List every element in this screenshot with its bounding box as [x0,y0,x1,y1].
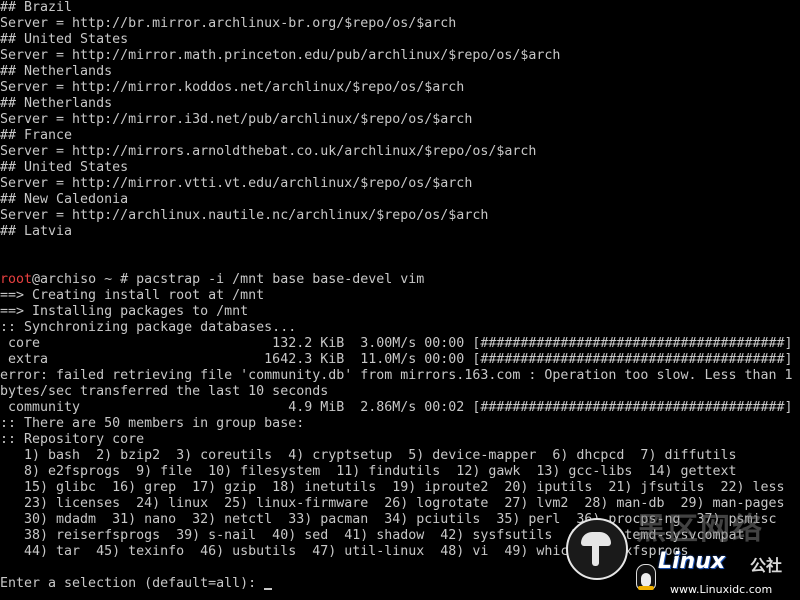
selection-input-line[interactable]: Enter a selection (default=all): [0,576,800,592]
terminal-line: Server = http://mirror.vtti.vt.edu/archl… [0,176,473,191]
terminal-line: bytes/sec transferred the last 10 second… [0,384,329,399]
prompt-command: pacstrap -i /mnt base base-devel vim [136,272,425,287]
terminal-line: ## United States [0,160,129,175]
terminal-output: ## Brazil Server = http://br.mirror.archl… [0,0,800,592]
terminal-line: Server = http://mirrors.arnoldthebat.co.… [0,144,537,159]
terminal-line: ## United States [0,32,129,47]
prompt-user: root [0,272,33,287]
terminal-line: :: Repository core [0,432,145,447]
terminal-line: ## France [0,128,73,143]
terminal-line: Server = http://br.mirror.archlinux-br.o… [0,16,457,31]
terminal-line: 23) licenses 24) linux 25) linux-firmwar… [0,496,785,511]
terminal-line: ==> Creating install root at /mnt [0,288,265,303]
terminal-line: :: Synchronizing package databases... [0,320,297,335]
text-cursor [264,588,273,590]
terminal-line: extra 1642.3 KiB 11.0M/s 00:00 [########… [0,352,800,367]
terminal-line: ## Netherlands [0,96,113,111]
terminal-line: 38) reiserfsprogs 39) s-nail 40) sed 41)… [0,528,745,543]
terminal-window[interactable]: ## Brazil Server = http://br.mirror.archl… [0,0,800,600]
terminal-line: community 4.9 MiB 2.86M/s 00:02 [#######… [0,400,800,415]
command-prompt-line: root@archiso ~ # pacstrap -i /mnt base b… [0,272,800,288]
terminal-line: ## Netherlands [0,64,113,79]
terminal-line: 30) mdadm 31) nano 32) netctl 33) pacman… [0,512,777,527]
terminal-line: 1) bash 2) bzip2 3) coreutils 4) cryptse… [0,448,737,463]
terminal-line: :: There are 50 members in group base: [0,416,305,431]
terminal-line: Server = http://mirror.koddos.net/archli… [0,80,465,95]
terminal-line: 44) tar 45) texinfo 46) usbutils 47) uti… [0,544,689,559]
terminal-line: 15) glibc 16) grep 17) gzip 18) inetutil… [0,480,785,495]
terminal-line: error: failed retrieving file 'community… [0,368,793,383]
terminal-line: core 132.2 KiB 3.00M/s 00:00 [##########… [0,336,800,351]
terminal-line: Server = http://mirror.i3d.net/pub/archl… [0,112,473,127]
terminal-line: ==> Installing packages to /mnt [0,304,249,319]
terminal-line: Server = http://archlinux.nautile.nc/arc… [0,208,489,223]
prompt-host-path: @archiso ~ # [32,272,137,287]
terminal-line: ## Brazil [0,0,73,15]
selection-prompt-text: Enter a selection (default=all): [0,576,265,591]
terminal-line: ## New Caledonia [0,192,129,207]
terminal-line: ## Latvia [0,224,73,239]
terminal-line: 8) e2fsprogs 9) file 10) filesystem 11) … [0,464,737,479]
terminal-line: Server = http://mirror.math.princeton.ed… [0,48,561,63]
